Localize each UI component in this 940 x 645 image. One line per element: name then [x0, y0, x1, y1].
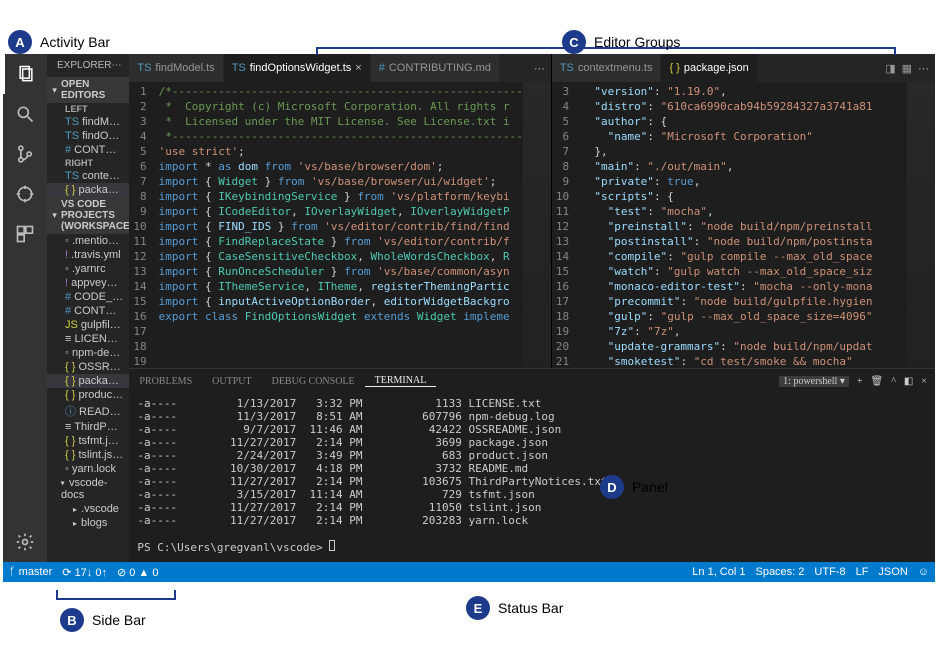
file-item[interactable]: # CONTRIBUTING.md: [47, 304, 129, 318]
file-item[interactable]: { } package.json: [47, 374, 129, 388]
side-bar: EXPLORER⋯ OPEN EDITORS LEFT TS findModel…: [47, 54, 129, 562]
extensions-icon[interactable]: [3, 214, 47, 254]
tab[interactable]: { }package.json: [661, 54, 757, 82]
indent-indicator[interactable]: Spaces: 2: [755, 566, 804, 578]
layout-icon[interactable]: ▦: [902, 62, 912, 75]
panel-tabs: PROBLEMSOUTPUTDEBUG CONSOLETERMINAL 1: po…: [129, 369, 935, 393]
source-control-icon[interactable]: [3, 134, 47, 174]
activity-bar: [3, 54, 47, 562]
file-item[interactable]: TS findModel.ts vscode/src/vs/...: [47, 115, 129, 129]
file-item[interactable]: { } tslint.json: [47, 448, 129, 462]
editor-group-right: TScontextmenu.ts{ }package.json ◨ ▦ ⋯ 345…: [552, 54, 935, 368]
editor-area: TSfindModel.tsTSfindOptionsWidget.ts×#CO…: [129, 54, 935, 562]
file-item[interactable]: ! appveyor.yml: [47, 276, 129, 290]
new-terminal-icon[interactable]: +: [857, 376, 863, 387]
tab[interactable]: TSfindOptionsWidget.ts×: [224, 54, 371, 82]
file-item[interactable]: TS findOptionsWidget.ts vsco...: [47, 129, 129, 143]
file-item[interactable]: ≡ ThirdPartyNotices.txt: [47, 420, 129, 434]
file-item[interactable]: ◦ yarn.lock: [47, 462, 129, 476]
panel-tab[interactable]: DEBUG CONSOLE: [262, 376, 365, 387]
language-indicator[interactable]: JSON: [878, 566, 907, 578]
editor-groups: TSfindModel.tsTSfindOptionsWidget.ts×#CO…: [129, 54, 935, 368]
editor-group-left: TSfindModel.tsTSfindOptionsWidget.ts×#CO…: [129, 54, 551, 368]
file-item[interactable]: ◦ .mention-bot: [47, 234, 129, 248]
more-icon[interactable]: ⋯: [918, 62, 929, 75]
editor-left[interactable]: 12345678910111213141516171819 /*--------…: [129, 82, 550, 368]
file-item[interactable]: ◦ .yarnrc: [47, 262, 129, 276]
panel: PROBLEMSOUTPUTDEBUG CONSOLETERMINAL 1: po…: [129, 368, 935, 562]
status-bar: ᚶ master ⟳ 17↓ 0↑ ⊘ 0 ▲ 0 Ln 1, Col 1 Sp…: [3, 562, 935, 582]
editor-right[interactable]: 345678910111213141516171819202122 "versi…: [552, 82, 935, 368]
file-item[interactable]: # CODE_OF_CONDUCT.md: [47, 290, 129, 304]
close-icon[interactable]: ×: [355, 62, 361, 74]
file-item[interactable]: ◦ npm-debug.log: [47, 346, 129, 360]
tabs-right: TScontextmenu.ts{ }package.json ◨ ▦ ⋯: [552, 54, 935, 82]
folder[interactable]: blogs: [47, 516, 129, 530]
more-icon[interactable]: ⋯: [534, 62, 545, 75]
file-item[interactable]: ≡ LICENSE.txt: [47, 332, 129, 346]
file-item[interactable]: TS contextmenu.ts vscode/src/...: [47, 169, 129, 183]
minimap[interactable]: [907, 82, 935, 368]
search-icon[interactable]: [3, 94, 47, 134]
panel-tab[interactable]: TERMINAL: [365, 375, 437, 387]
close-icon[interactable]: ×: [921, 376, 927, 387]
annotation-e: E Status Bar: [466, 596, 563, 620]
file-item[interactable]: { } OSSREADME.json: [47, 360, 129, 374]
folder[interactable]: .vscode: [47, 502, 129, 516]
feedback-icon[interactable]: ☺: [918, 566, 929, 578]
file-item[interactable]: JS gulpfile.js: [47, 318, 129, 332]
open-editors-left: LEFT: [47, 103, 129, 115]
terminal-selector[interactable]: 1: powershell ▾: [779, 376, 849, 387]
split-icon[interactable]: ◨: [885, 62, 895, 75]
split-panel-icon[interactable]: ◧: [904, 376, 913, 387]
tab[interactable]: #CONTRIBUTING.md: [371, 54, 500, 82]
annotation-a: A Activity Bar: [8, 30, 110, 54]
minimap[interactable]: [523, 82, 551, 368]
chevron-up-icon[interactable]: ^: [891, 376, 896, 387]
annotation-c: C Editor Groups: [562, 30, 680, 54]
file-item[interactable]: { } product.json: [47, 388, 129, 402]
open-editors-right: RIGHT: [47, 157, 129, 169]
vscode-window: EXPLORER⋯ OPEN EDITORS LEFT TS findModel…: [3, 54, 935, 582]
tab[interactable]: TSfindModel.ts: [129, 54, 223, 82]
gear-icon[interactable]: [3, 522, 47, 562]
annotation-d: D Panel: [600, 475, 668, 499]
branch-indicator[interactable]: ᚶ master: [9, 566, 52, 578]
workspace-header[interactable]: VS CODE PROJECTS (WORKSPACE): [47, 197, 129, 234]
tabs-left: TSfindModel.tsTSfindOptionsWidget.ts×#CO…: [129, 54, 550, 82]
file-item[interactable]: ⓘ README.md: [47, 402, 129, 420]
cursor-position[interactable]: Ln 1, Col 1: [692, 566, 745, 578]
folder[interactable]: vscode-docs: [47, 476, 129, 502]
explorer-icon[interactable]: [3, 54, 47, 94]
file-item[interactable]: { } tsfmt.json: [47, 434, 129, 448]
eol-indicator[interactable]: LF: [856, 566, 869, 578]
sync-indicator[interactable]: ⟳ 17↓ 0↑: [62, 566, 107, 579]
problems-indicator[interactable]: ⊘ 0 ▲ 0: [117, 566, 159, 579]
file-item[interactable]: ! .travis.yml: [47, 248, 129, 262]
panel-tab[interactable]: PROBLEMS: [129, 376, 202, 387]
sidebar-title: EXPLORER⋯: [47, 54, 129, 77]
debug-icon[interactable]: [3, 174, 47, 214]
file-item[interactable]: { } package.json vscode: [47, 183, 129, 197]
open-editors-header[interactable]: OPEN EDITORS: [47, 77, 129, 103]
panel-tab[interactable]: OUTPUT: [202, 376, 261, 387]
encoding-indicator[interactable]: UTF-8: [814, 566, 845, 578]
tab[interactable]: TScontextmenu.ts: [552, 54, 662, 82]
terminal-output[interactable]: -a---- 1/13/2017 3:32 PM 1133 LICENSE.tx…: [129, 393, 935, 562]
annotation-b: B Side Bar: [60, 608, 146, 632]
file-item[interactable]: # CONTRIBUTING.md vscode: [47, 143, 129, 157]
trash-icon[interactable]: 🗑: [871, 376, 884, 387]
